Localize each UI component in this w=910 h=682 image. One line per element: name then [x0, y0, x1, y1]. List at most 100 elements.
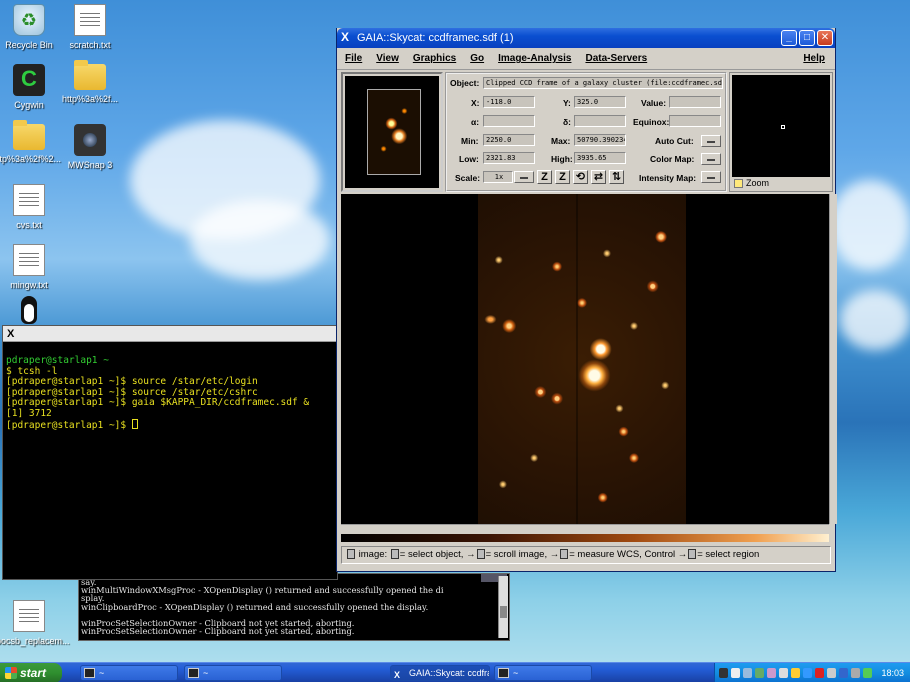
scale-menu[interactable] [514, 171, 534, 183]
zoom-in-button[interactable]: Z [537, 170, 552, 184]
menu-graphics[interactable]: Graphics [413, 53, 456, 64]
terminal-window[interactable]: X pdraper@starlap1 ~ $ tcsh -l [pdraper@… [2, 325, 338, 580]
value-label: Value: [641, 98, 667, 108]
cygwin-icon [13, 64, 45, 96]
tray-icon[interactable] [731, 668, 740, 678]
log-scrollbar-thumb[interactable] [500, 606, 507, 618]
text-file-icon [74, 4, 106, 36]
desktop-icon-label: ftp%3a%2f%2... [0, 154, 62, 164]
clock[interactable]: 18:03 [881, 663, 904, 682]
flip-y-button[interactable]: ⇅ [609, 170, 624, 184]
menu-view[interactable]: View [376, 53, 399, 64]
desktop-icon-label: Cygwin [14, 100, 44, 110]
desktop-icon-cygwin[interactable]: Cygwin [0, 64, 62, 110]
desktop-icon-recycle-bin[interactable]: Recycle Bin [0, 4, 62, 50]
terminal-line: [pdraper@starlap1 ~]$ source /star/etc/l… [6, 376, 258, 387]
taskbar-item-terminal-3[interactable]: ~ [494, 665, 592, 681]
zoom-window[interactable]: Zoom [729, 72, 833, 192]
value-field [669, 96, 721, 108]
desktop-icon-mingw[interactable]: mingw.txt [0, 244, 62, 290]
tux-penguin-icon [13, 294, 45, 326]
menu-data-servers[interactable]: Data-Servers [585, 53, 647, 64]
rotate-button[interactable]: ⟲ [573, 170, 588, 184]
text-file-icon [13, 600, 45, 632]
zoom-out-button[interactable]: Z [555, 170, 570, 184]
gaia-titlebar[interactable]: X GAIA::Skycat: ccdframec.sdf (1) _ □ ✕ [337, 28, 835, 48]
menu-image-analysis[interactable]: Image-Analysis [498, 53, 571, 64]
high-field[interactable]: 3935.65 [574, 152, 626, 164]
tray-icon[interactable] [851, 668, 860, 678]
low-field[interactable]: 2321.83 [483, 152, 535, 164]
delta-label: δ: [563, 117, 571, 127]
tray-icon[interactable] [779, 668, 788, 678]
x-field: -118.0 [483, 96, 535, 108]
zoom-checkbox[interactable] [734, 179, 743, 188]
tray-icon[interactable] [815, 668, 824, 678]
terminal-output[interactable]: pdraper@starlap1 ~ $ tcsh -l [pdraper@st… [3, 342, 337, 432]
image-horizontal-scrollbar[interactable] [341, 524, 829, 534]
terminal-icon [84, 668, 95, 678]
terminal-icon [188, 668, 199, 678]
xwin-log-window[interactable]: say. winMultiWindowXMsgProc - XOpenDispl… [78, 573, 510, 641]
desktop-icon-bocsb[interactable]: bocsb_replacem... [0, 600, 70, 646]
galaxy-cluster-image[interactable] [478, 194, 686, 524]
max-field: 50790.3902343 [574, 134, 626, 146]
taskbar-item-terminal[interactable]: ~ [80, 665, 178, 681]
terminal-line: pdraper@starlap1 ~ [6, 355, 109, 366]
tray-icon[interactable] [827, 668, 836, 678]
menu-bar: File View Graphics Go Image-Analysis Dat… [337, 48, 835, 70]
folder-icon [13, 120, 45, 150]
gaia-window[interactable]: X GAIA::Skycat: ccdframec.sdf (1) _ □ ✕ … [336, 28, 837, 572]
intensity-map-menu[interactable] [701, 171, 721, 183]
desktop-icon-label: cvs.txt [16, 220, 42, 230]
terminal-titlebar[interactable]: X [3, 326, 337, 342]
status-bar: image: = select object, → = scroll image,… [341, 546, 831, 564]
equinox-field [669, 115, 721, 127]
terminal-cursor [131, 419, 138, 429]
image-vertical-scrollbar[interactable] [829, 194, 837, 524]
arrow-icon: → [549, 549, 560, 560]
pan-window[interactable] [341, 72, 443, 192]
tray-icon[interactable] [803, 668, 812, 678]
tray-icon[interactable] [839, 668, 848, 678]
high-label: High: [551, 154, 573, 164]
desktop-icon-mwsnap[interactable]: MWSnap 3 [57, 124, 123, 170]
minimize-button[interactable]: _ [781, 30, 797, 46]
zoom-view[interactable] [732, 75, 830, 177]
taskbar-item-terminal-2[interactable]: ~ [184, 665, 282, 681]
menu-file[interactable]: File [345, 53, 362, 64]
flip-x-button[interactable]: ⇄ [591, 170, 606, 184]
taskbar-item-gaia[interactable]: XGAIA::Skycat: ccdfra... [390, 665, 490, 681]
desktop-icon-http-folder[interactable]: http%3a%2f... [57, 60, 123, 104]
tray-icon[interactable] [863, 668, 872, 678]
pan-thumbnail[interactable] [367, 89, 421, 175]
main-image-canvas[interactable] [341, 194, 829, 524]
desktop-icon-ftp-folder[interactable]: ftp%3a%2f%2... [0, 120, 62, 164]
pan-view[interactable] [345, 76, 439, 188]
maximize-button[interactable]: □ [799, 30, 815, 46]
start-button[interactable]: start [0, 663, 62, 682]
mouse-icon [476, 549, 485, 559]
alpha-label: α: [471, 117, 480, 127]
desktop-icon-scratch[interactable]: scratch.txt [57, 4, 123, 50]
tray-icon[interactable] [719, 668, 728, 678]
auto-cut-menu[interactable] [701, 135, 721, 147]
log-scrollbar[interactable] [498, 576, 508, 638]
xwin-log-text: say. winMultiWindowXMsgProc - XOpenDispl… [81, 577, 444, 637]
system-tray: 18:03 [714, 663, 910, 682]
color-map-menu[interactable] [701, 153, 721, 165]
desktop-icon-label: bocsb_replacem... [0, 636, 70, 646]
terminal-prompt: [pdraper@starlap1 ~]$ [6, 420, 132, 431]
auto-cut-label: Auto Cut: [655, 136, 694, 146]
desktop-icon-label: mingw.txt [10, 280, 48, 290]
desktop-icon-cvs[interactable]: cvs.txt [0, 184, 62, 230]
wallpaper-cloud [840, 290, 910, 350]
tray-icon[interactable] [791, 668, 800, 678]
tray-icon[interactable] [743, 668, 752, 678]
terminal-line: [1] 3712 [6, 407, 52, 419]
menu-go[interactable]: Go [470, 53, 484, 64]
close-button[interactable]: ✕ [817, 30, 833, 46]
tray-icon[interactable] [755, 668, 764, 678]
menu-help[interactable]: Help [803, 53, 825, 64]
tray-icon[interactable] [767, 668, 776, 678]
